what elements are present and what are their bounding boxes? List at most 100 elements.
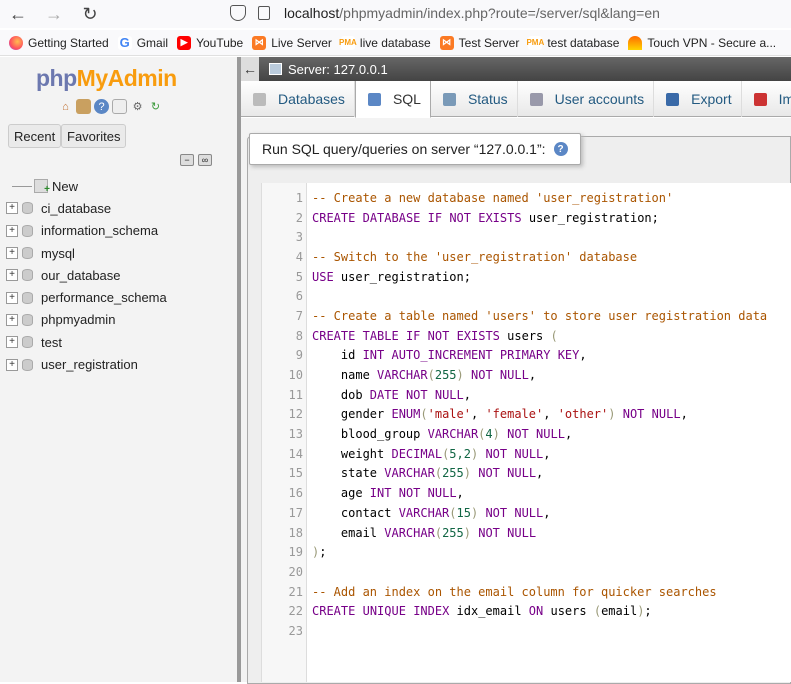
code-line[interactable]: 8 CREATE TABLE IF NOT EXISTS users ( [262,326,791,346]
tab-status[interactable]: Status [431,81,518,117]
code-line[interactable]: 9 id INT AUTO_INCREMENT PRIMARY KEY, [262,346,791,366]
code-line[interactable]: 17 contact VARCHAR(15) NOT NULL, [262,503,791,523]
tree-item-label[interactable]: New [52,179,78,194]
back-arrow-icon[interactable]: ← [6,2,30,26]
import-icon [753,92,767,106]
tree-item-label[interactable]: test [41,335,62,350]
code-line[interactable]: 20 [262,562,791,582]
tab-sql[interactable]: SQL [354,81,431,118]
server-label[interactable]: Server: 127.0.0.1 [288,62,388,77]
recent-button[interactable]: Recent [8,124,62,148]
bookmark-item[interactable]: ⋈ Live Server [252,35,332,50]
expand-icon[interactable]: + [6,291,18,304]
link-icon[interactable]: ∞ [198,154,212,166]
help-icon[interactable]: ? [553,142,568,156]
refresh-icon[interactable]: ↻ [148,99,163,114]
expand-icon[interactable]: + [6,247,18,260]
code-line[interactable]: 14 weight DECIMAL(5,2) NOT NULL, [262,444,791,464]
code-text: CREATE UNIQUE INDEX idx_email ON users (… [312,604,652,619]
tree-item-label[interactable]: information_schema [41,223,158,238]
tree-item-label[interactable]: performance_schema [41,290,167,305]
expand-icon[interactable]: + [6,224,18,237]
url-text[interactable]: localhost/phpmyadmin/index.php?route=/se… [284,5,660,21]
collapse-arrow-icon[interactable]: ← [241,57,259,81]
code-line[interactable]: 2 CREATE DATABASE IF NOT EXISTS user_regi… [262,208,791,228]
legend-title: Run SQL query/queries on server “127.0.0… [262,141,546,157]
code-line[interactable]: 12 gender ENUM('male', 'female', 'other'… [262,405,791,425]
tree-item-database[interactable]: + performance_schema [6,286,167,308]
code-line[interactable]: 16 age INT NOT NULL, [262,483,791,503]
code-line[interactable]: 21 -- Add an index on the email column fo… [262,582,791,602]
tab-user-accounts[interactable]: User accounts [518,81,655,117]
page-info-icon[interactable] [258,6,270,20]
settings-gear-icon[interactable]: ⚙ [130,99,145,114]
code-line[interactable]: 22 CREATE UNIQUE INDEX idx_email ON users… [262,601,791,621]
bookmark-item[interactable]: PMA live database [339,35,431,50]
tree-item-database[interactable]: + our_database [6,264,167,286]
tab-export[interactable]: Export [654,81,742,117]
expand-icon[interactable]: + [6,358,18,371]
code-text: state VARCHAR(255) NOT NULL, [312,466,544,481]
tree-item-database[interactable]: + phpmyadmin [6,309,167,331]
bookmark-label: Touch VPN - Secure a... [647,35,777,50]
shield-icon[interactable] [230,5,246,21]
logout-icon[interactable] [76,99,91,114]
expand-icon[interactable]: + [6,336,18,349]
tab-im[interactable]: Im [742,81,791,117]
code-line[interactable]: 23 [262,621,791,641]
code-text: CREATE TABLE IF NOT EXISTS users ( [312,328,558,343]
bookmark-item[interactable]: Getting Started [9,35,109,50]
code-text: -- Add an index on the email column for … [312,584,717,599]
tree-item-label[interactable]: mysql [41,246,75,261]
tree-item-label[interactable]: phpmyadmin [41,312,115,327]
code-line[interactable]: 18 email VARCHAR(255) NOT NULL [262,523,791,543]
code-line[interactable]: 3 [262,227,791,247]
bookmark-item[interactable]: Touch VPN - Secure a... [628,35,777,50]
tree-item-label[interactable]: our_database [41,268,121,283]
bookmark-item[interactable]: PMA test database [526,35,619,50]
tab-databases[interactable]: Databases [241,81,355,117]
youtube-icon: ▶ [177,35,192,50]
forward-arrow-icon[interactable]: → [42,2,66,26]
code-line[interactable]: 6 [262,286,791,306]
home-icon[interactable]: ⌂ [58,99,73,114]
main-content: ← Server: 127.0.0.1 Databases SQL Status Us… [241,57,791,684]
tree-item-label[interactable]: ci_database [41,201,111,216]
code-line[interactable]: 13 blood_group VARCHAR(4) NOT NULL, [262,424,791,444]
code-text: -- Create a new database named 'user_reg… [312,190,674,205]
bookmark-item[interactable]: G Gmail [117,35,168,50]
code-line[interactable]: 1 -- Create a new database named 'user_re… [262,188,791,208]
code-line[interactable]: 11 dob DATE NOT NULL, [262,385,791,405]
code-line[interactable]: 10 name VARCHAR(255) NOT NULL, [262,365,791,385]
help-icon[interactable]: ? [94,99,109,114]
collapse-all-icon[interactable]: − [180,154,194,166]
code-line[interactable]: 19); [262,542,791,562]
tab-label: Export [691,91,732,107]
bookmark-item[interactable]: ▶ YouTube [177,35,243,50]
code-line[interactable]: 5 USE user_registration; [262,267,791,287]
expand-icon[interactable]: + [6,202,18,215]
expand-icon[interactable]: + [6,313,18,326]
code-line[interactable]: 4 -- Switch to the 'user_registration' da… [262,247,791,267]
sql-editor[interactable]: 1 -- Create a new database named 'user_re… [261,183,791,682]
tree-item-label[interactable]: user_registration [41,357,138,372]
address-bar[interactable]: localhost/phpmyadmin/index.php?route=/se… [230,0,660,26]
tree-item-database[interactable]: + user_registration [6,353,167,375]
reload-icon[interactable]: ↻ [78,2,102,26]
tree-item-database[interactable]: + information_schema [6,220,167,242]
tree-item-database[interactable]: + mysql [6,242,167,264]
line-number: 19 [288,545,303,560]
tree-item-new[interactable]: New [6,175,167,197]
phpmyadmin-logo[interactable]: phpMyAdmin [36,65,177,92]
code-line[interactable]: 7 -- Create a table named 'users' to stor… [262,306,791,326]
code-line[interactable]: 15 state VARCHAR(255) NOT NULL, [262,464,791,484]
tree-item-database[interactable]: + ci_database [6,197,167,219]
line-number: 13 [288,427,303,442]
navigation-panel: phpMyAdmin ⌂ ? ⚙ ↻ Recent Favorites − ∞ … [0,57,237,682]
docs-icon[interactable] [112,99,127,114]
bookmark-item[interactable]: ⋈ Test Server [439,35,519,50]
expand-icon[interactable]: + [6,269,18,282]
favorites-button[interactable]: Favorites [61,124,127,148]
code-text: -- Create a table named 'users' to store… [312,308,768,323]
tree-item-database[interactable]: + test [6,331,167,353]
